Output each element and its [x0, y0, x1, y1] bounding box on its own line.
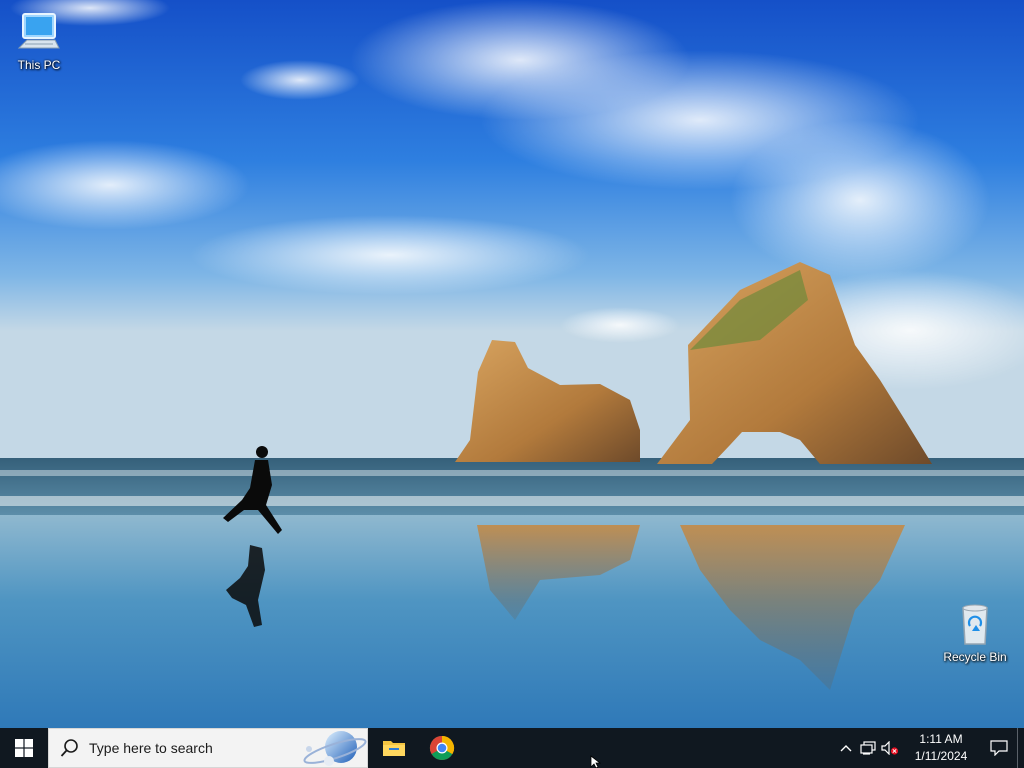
- desktop-icon-this-pc[interactable]: This PC: [1, 8, 77, 72]
- system-tray: 1:11 AM 1/11/2024: [835, 728, 1024, 768]
- mouse-cursor-icon: [590, 755, 602, 768]
- tray-network[interactable]: [857, 728, 879, 768]
- clock-time: 1:11 AM: [919, 732, 963, 746]
- chrome-icon: [429, 736, 455, 761]
- start-button[interactable]: [0, 728, 48, 768]
- recycle-bin-icon: [962, 604, 988, 645]
- search-placeholder: Type here to search: [89, 740, 213, 756]
- desktop-wallpaper: [0, 0, 1024, 728]
- windows-logo-icon: [15, 739, 33, 757]
- search-icon: [60, 739, 78, 757]
- taskbar-search-box[interactable]: Type here to search: [48, 728, 368, 768]
- tray-volume[interactable]: [879, 728, 901, 768]
- search-highlight-planet-icon: [303, 731, 367, 766]
- show-desktop-button[interactable]: [1017, 728, 1024, 768]
- action-center-icon: [990, 740, 1008, 756]
- chevron-up-icon: [840, 745, 852, 752]
- volume-muted-icon: [881, 741, 899, 755]
- desktop-icon-label: Recycle Bin: [943, 650, 1007, 664]
- taskbar-chrome[interactable]: [418, 728, 466, 768]
- computer-icon: [17, 13, 60, 49]
- desktop-icon-recycle-bin[interactable]: Recycle Bin: [937, 600, 1013, 664]
- folder-icon: [383, 741, 405, 756]
- clock-date: 1/11/2024: [914, 749, 968, 763]
- taskbar: Type here to search 1:11 AM 1/11/2024: [0, 728, 1024, 768]
- taskbar-file-explorer[interactable]: [370, 728, 418, 768]
- desktop-icon-label: This PC: [17, 58, 61, 72]
- action-center-button[interactable]: [981, 728, 1017, 768]
- network-icon: [860, 741, 876, 755]
- tray-overflow-button[interactable]: [835, 728, 857, 768]
- taskbar-clock[interactable]: 1:11 AM 1/11/2024: [901, 728, 981, 768]
